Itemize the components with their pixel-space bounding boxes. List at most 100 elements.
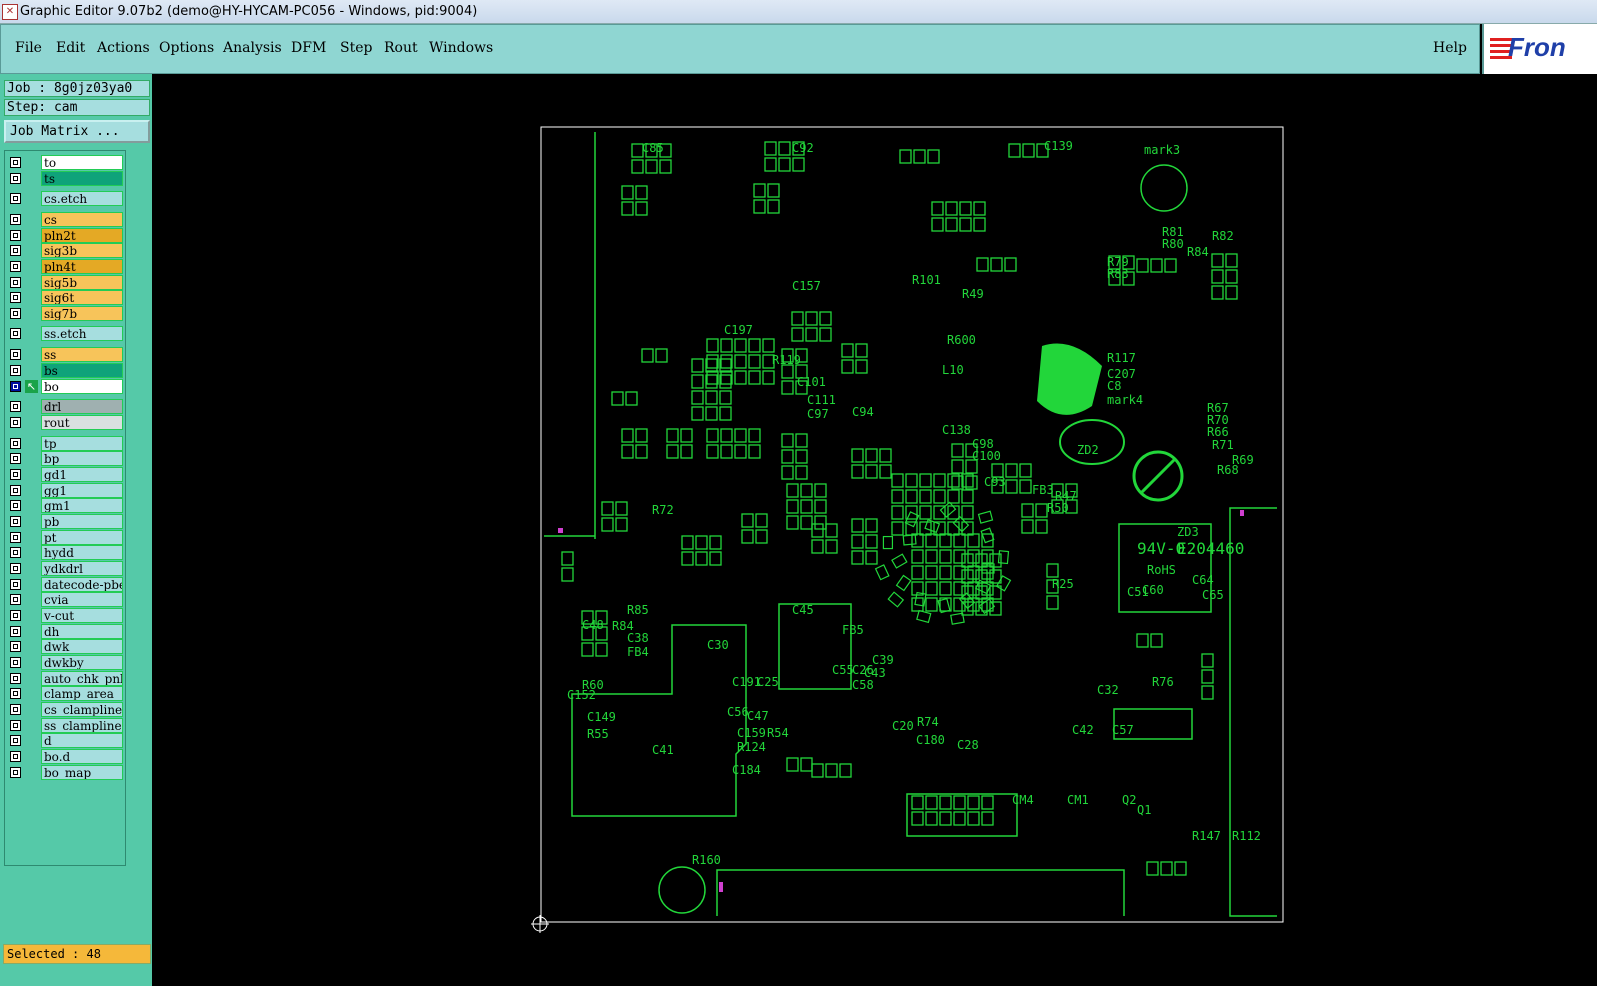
layer-row-pln4t[interactable]: pln4t bbox=[8, 259, 124, 274]
layer-checkbox[interactable] bbox=[10, 688, 21, 699]
menu-dfm[interactable]: DFM bbox=[291, 40, 326, 56]
layer-checkbox[interactable] bbox=[10, 767, 21, 778]
layer-row-bo.d[interactable]: bo.d bbox=[8, 749, 124, 764]
layer-name[interactable]: sig6t bbox=[41, 290, 123, 305]
layer-row-ss.etch[interactable]: ss.etch bbox=[8, 326, 124, 341]
layer-checkbox[interactable] bbox=[10, 469, 21, 480]
layer-checkbox[interactable] bbox=[10, 193, 21, 204]
layer-row-cvia[interactable]: cvia bbox=[8, 592, 124, 607]
layer-name[interactable]: dwkby bbox=[41, 655, 123, 670]
layer-name[interactable]: dh bbox=[41, 624, 123, 639]
layer-checkbox[interactable] bbox=[10, 173, 21, 184]
layer-checkbox[interactable] bbox=[10, 547, 21, 558]
menu-rout[interactable]: Rout bbox=[384, 40, 418, 56]
layer-checkbox[interactable] bbox=[10, 417, 21, 428]
layer-checkbox[interactable] bbox=[10, 230, 21, 241]
layer-name[interactable]: to bbox=[41, 155, 123, 170]
layer-checkbox[interactable] bbox=[10, 516, 21, 527]
layer-checkbox[interactable] bbox=[10, 261, 21, 272]
layer-name[interactable]: auto_chk_pnl bbox=[41, 671, 123, 686]
layer-name[interactable]: bo_map bbox=[41, 765, 123, 780]
menu-step[interactable]: Step bbox=[340, 40, 372, 56]
layer-row-bp[interactable]: bp bbox=[8, 451, 124, 466]
layer-checkbox[interactable] bbox=[10, 485, 21, 496]
layer-row-ydkdrl[interactable]: ydkdrl bbox=[8, 561, 124, 576]
layer-name[interactable]: pb bbox=[41, 514, 123, 529]
layer-row-sig7b[interactable]: sig7b bbox=[8, 306, 124, 321]
layer-checkbox[interactable] bbox=[10, 308, 21, 319]
layer-name[interactable]: bo bbox=[41, 379, 123, 394]
menu-actions[interactable]: Actions bbox=[97, 40, 150, 56]
layer-row-pt[interactable]: pt bbox=[8, 530, 124, 545]
layer-checkbox[interactable] bbox=[10, 673, 21, 684]
layer-row-cs.etch[interactable]: cs.etch bbox=[8, 191, 124, 206]
layer-row-bo_map[interactable]: bo_map bbox=[8, 765, 124, 780]
layer-row-dwk[interactable]: dwk bbox=[8, 639, 124, 654]
layer-checkbox[interactable] bbox=[10, 500, 21, 511]
layer-name[interactable]: ts bbox=[41, 171, 123, 186]
layer-name[interactable]: cs_clampline bbox=[41, 702, 123, 717]
layer-row-v-cut[interactable]: v-cut bbox=[8, 608, 124, 623]
layer-name[interactable]: bo.d bbox=[41, 749, 123, 764]
layer-row-datecode-pbe[interactable]: datecode-pbe bbox=[8, 577, 124, 592]
layer-checkbox[interactable] bbox=[10, 532, 21, 543]
layer-checkbox[interactable] bbox=[10, 214, 21, 225]
layer-row-rout[interactable]: rout bbox=[8, 415, 124, 430]
layer-name[interactable]: v-cut bbox=[41, 608, 123, 623]
layer-checkbox[interactable] bbox=[10, 704, 21, 715]
layer-row-cs_clampline[interactable]: cs_clampline bbox=[8, 702, 124, 717]
layer-name[interactable]: pt bbox=[41, 530, 123, 545]
layer-row-gg1[interactable]: gg1 bbox=[8, 483, 124, 498]
layer-name[interactable]: d bbox=[41, 733, 123, 748]
layer-row-sig3b[interactable]: sig3b bbox=[8, 243, 124, 258]
menu-help[interactable]: Help bbox=[1433, 40, 1467, 56]
layer-name[interactable]: drl bbox=[41, 399, 123, 414]
layer-checkbox[interactable] bbox=[10, 365, 21, 376]
layer-name[interactable]: ss bbox=[41, 347, 123, 362]
menu-analysis[interactable]: Analysis bbox=[223, 40, 282, 56]
layer-row-dwkby[interactable]: dwkby bbox=[8, 655, 124, 670]
layer-checkbox[interactable] bbox=[10, 381, 21, 392]
layer-name[interactable]: tp bbox=[41, 436, 123, 451]
layer-checkbox[interactable] bbox=[10, 579, 21, 590]
layer-checkbox[interactable] bbox=[10, 610, 21, 621]
layer-name[interactable]: gd1 bbox=[41, 467, 123, 482]
layer-checkbox[interactable] bbox=[10, 453, 21, 464]
layer-checkbox[interactable] bbox=[10, 720, 21, 731]
pcb-view[interactable]: C85 C92 C139 mark3R81 R82R80R84R79R83R101R49… bbox=[152, 74, 1597, 986]
layer-row-dh[interactable]: dh bbox=[8, 624, 124, 639]
layer-row-ss_clampline[interactable]: ss_clampline bbox=[8, 718, 124, 733]
layer-checkbox[interactable] bbox=[10, 328, 21, 339]
layer-row-pln2t[interactable]: pln2t bbox=[8, 228, 124, 243]
layer-checkbox[interactable] bbox=[10, 157, 21, 168]
job-matrix-button[interactable]: Job Matrix ... bbox=[4, 120, 150, 143]
layer-name[interactable]: sig5b bbox=[41, 275, 123, 290]
menu-windows[interactable]: Windows bbox=[429, 40, 493, 56]
layer-checkbox[interactable] bbox=[10, 292, 21, 303]
layer-name[interactable]: cvia bbox=[41, 592, 123, 607]
layer-row-bo[interactable]: ↖ bo bbox=[8, 379, 124, 394]
layer-name[interactable]: pln4t bbox=[41, 259, 123, 274]
layer-row-sig6t[interactable]: sig6t bbox=[8, 290, 124, 305]
layer-name[interactable]: clamp_area bbox=[41, 686, 123, 701]
layer-checkbox[interactable] bbox=[10, 594, 21, 605]
layer-name[interactable]: cs.etch bbox=[41, 191, 123, 206]
layer-checkbox[interactable] bbox=[10, 751, 21, 762]
layer-name[interactable]: gg1 bbox=[41, 483, 123, 498]
layer-name[interactable]: ydkdrl bbox=[41, 561, 123, 576]
layer-row-gm1[interactable]: gm1 bbox=[8, 498, 124, 513]
layer-checkbox[interactable] bbox=[10, 349, 21, 360]
layer-checkbox[interactable] bbox=[10, 401, 21, 412]
layer-checkbox[interactable] bbox=[10, 563, 21, 574]
layer-row-clamp_area[interactable]: clamp_area bbox=[8, 686, 124, 701]
layer-checkbox[interactable] bbox=[10, 735, 21, 746]
layer-name[interactable]: pln2t bbox=[41, 228, 123, 243]
layer-name[interactable]: ss_clampline bbox=[41, 718, 123, 733]
layer-row-cs[interactable]: cs bbox=[8, 212, 124, 227]
menu-edit[interactable]: Edit bbox=[56, 40, 85, 56]
layer-row-sig5b[interactable]: sig5b bbox=[8, 275, 124, 290]
layer-name[interactable]: sig7b bbox=[41, 306, 123, 321]
layer-checkbox[interactable] bbox=[10, 641, 21, 652]
layer-name[interactable]: dwk bbox=[41, 639, 123, 654]
layer-row-hydd[interactable]: hydd bbox=[8, 545, 124, 560]
